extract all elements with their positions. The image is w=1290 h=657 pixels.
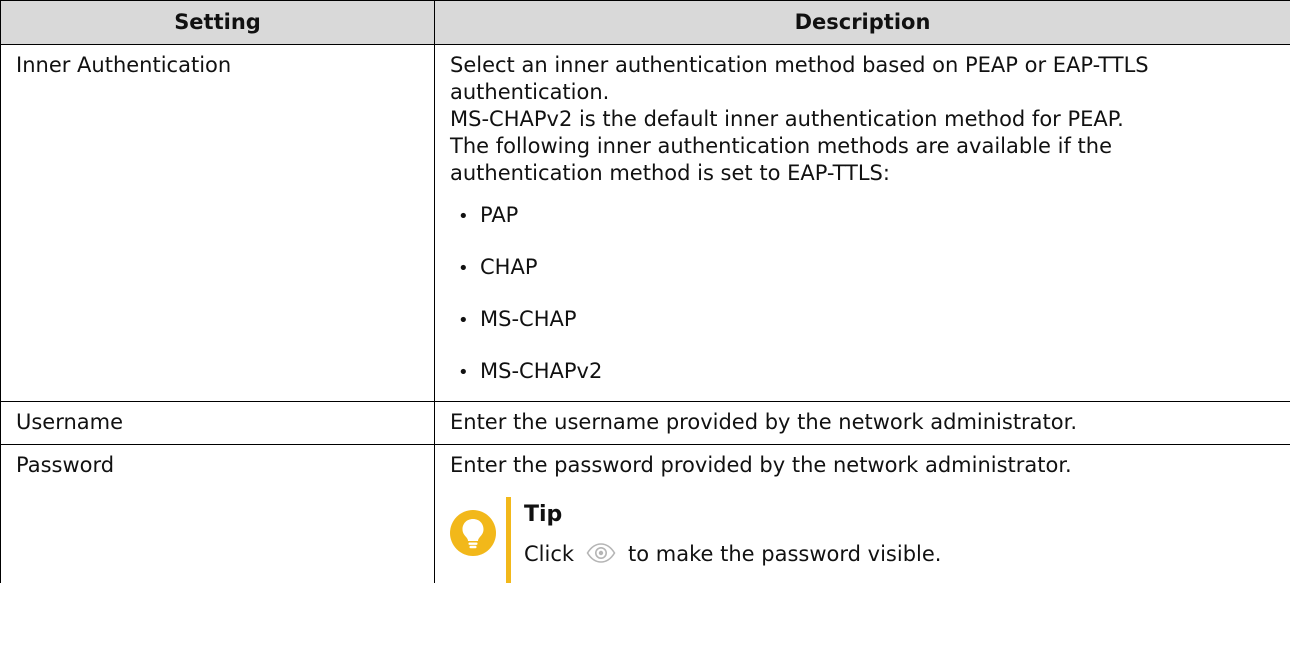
method-label: CHAP: [480, 255, 538, 279]
table-row: Inner Authentication Select an inner aut…: [0, 44, 1290, 402]
setting-cell: Password: [0, 444, 435, 583]
eye-icon: [586, 543, 616, 563]
tip-text-after: to make the password visible.: [628, 542, 942, 566]
description-text: Enter the password provided by the netwo…: [450, 453, 1072, 477]
lightbulb-icon: [450, 510, 496, 556]
description-cell: Enter the password provided by the netwo…: [434, 444, 1290, 583]
bullet-icon: •: [458, 206, 469, 227]
description-line: MS-CHAPv2 is the default inner authentic…: [450, 107, 1124, 131]
setting-name: Password: [16, 453, 115, 477]
method-label: PAP: [480, 203, 519, 227]
tip-title: Tip: [524, 502, 563, 527]
description-line: The following inner authentication metho…: [450, 134, 1113, 158]
list-item: • CHAP: [450, 249, 1278, 301]
table-row: Username Enter the username provided by …: [0, 401, 1290, 445]
bullet-icon: •: [458, 362, 469, 383]
setting-cell: Username: [0, 401, 435, 445]
list-item: • MS-CHAP: [450, 301, 1278, 353]
bullet-icon: •: [458, 258, 469, 279]
setting-name: Username: [16, 410, 124, 434]
tip-callout: Tip Click to make the password visible.: [450, 497, 1278, 583]
header-setting: Setting: [0, 0, 435, 45]
method-list: • PAP • CHAP • MS-CHAP • MS-CHAPv2: [450, 197, 1278, 393]
tip-text: Click to make the password visible.: [524, 541, 941, 568]
table-row: Password Enter the password provided by …: [0, 444, 1290, 583]
tip-accent-bar: [506, 497, 511, 583]
table-header-row: Setting Description: [0, 0, 1290, 45]
description-text: Enter the username provided by the netwo…: [450, 410, 1078, 434]
list-item: • MS-CHAPv2: [450, 353, 1278, 393]
header-description: Description: [434, 0, 1290, 45]
description-line: authentication.: [450, 80, 610, 104]
method-label: MS-CHAPv2: [480, 359, 603, 383]
list-item: • PAP: [450, 197, 1278, 249]
settings-table: Setting Description Inner Authentication…: [0, 0, 1290, 583]
description-cell: Enter the username provided by the netwo…: [434, 401, 1290, 445]
bullet-icon: •: [458, 310, 469, 331]
setting-cell: Inner Authentication: [0, 44, 435, 402]
method-label: MS-CHAP: [480, 307, 577, 331]
description-line: authentication method is set to EAP-TTLS…: [450, 161, 890, 185]
setting-name: Inner Authentication: [16, 53, 232, 77]
description-cell: Select an inner authentication method ba…: [434, 44, 1290, 402]
description-line: Select an inner authentication method ba…: [450, 53, 1149, 77]
tip-text-before: Click: [524, 542, 575, 566]
